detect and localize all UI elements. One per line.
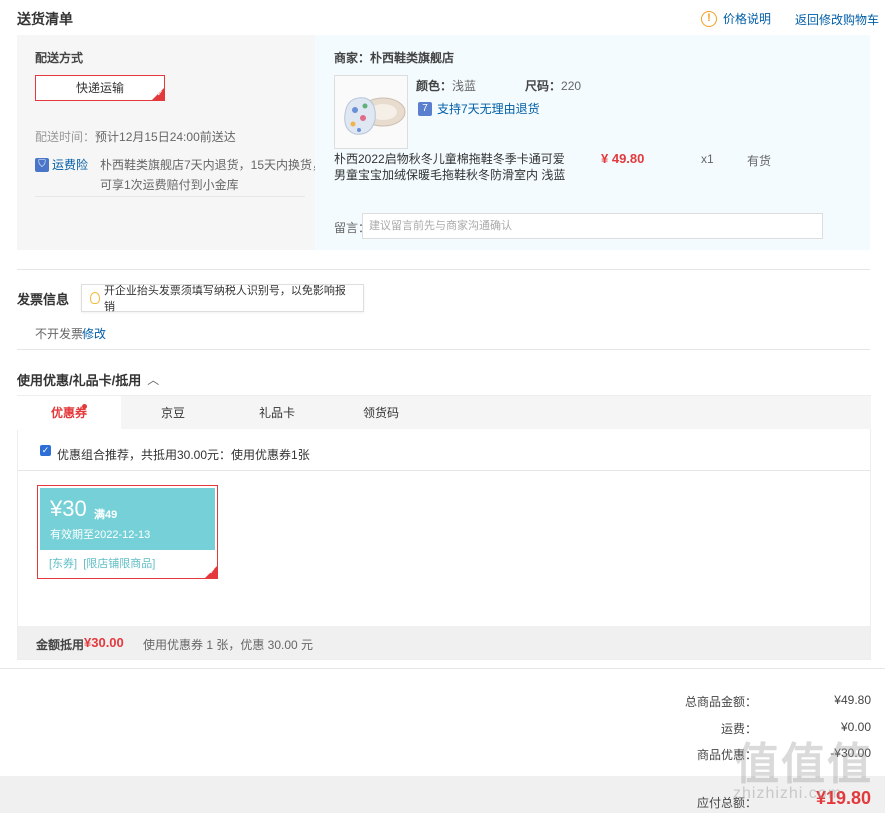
lightbulb-icon — [90, 292, 100, 304]
delivery-time-value: 预计12月15日24:00前送达 — [95, 130, 236, 144]
divider — [17, 349, 870, 350]
selected-check-icon — [205, 566, 217, 578]
discount-summary-text: 使用优惠券 1 张，优惠 30.00 元 — [143, 638, 314, 652]
notification-dot — [82, 404, 87, 409]
color-label: 颜色： — [416, 79, 453, 93]
delivery-time: 配送时间：预计12月15日24:00前送达 — [35, 128, 236, 145]
watermark-text: zhizhizhi.com — [733, 785, 843, 802]
coupon-condition: 满49 — [94, 509, 118, 521]
discount-summary-amount: ¥30.00 — [84, 635, 124, 650]
coupon-header: ¥30 满49 有效期至2022-12-13 — [40, 488, 215, 550]
tab-jingdou[interactable]: 京豆 — [121, 396, 225, 430]
tab-gift-card[interactable]: 礼品卡 — [225, 396, 329, 430]
product-name-line-1: 朴西2022启物秋冬儿童棉拖鞋冬季卡通可爱 — [334, 152, 565, 166]
recommend-checkbox[interactable]: ✓ — [40, 445, 51, 456]
product-color: 颜色：浅蓝 — [416, 77, 476, 94]
return-policy-text: 支持7天无理由退货 — [437, 102, 540, 116]
merchant-label: 商家： — [334, 51, 371, 65]
message-input[interactable]: 建议留言前先与商家沟通确认 — [362, 213, 823, 239]
size-label: 尺码： — [525, 79, 562, 93]
product-name-line-2: 男童宝宝加绒保暖毛拖鞋秋冬防滑室内 浅蓝 — [334, 168, 566, 182]
goods-total-value: ¥49.80 — [834, 693, 871, 707]
divider — [18, 470, 870, 471]
invoice-title: 发票信息 — [17, 292, 70, 307]
selected-check-icon — [152, 88, 164, 100]
merchant-name-value: 朴西鞋类旗舰店 — [370, 51, 455, 65]
invoice-modify-link[interactable]: 修改 — [82, 325, 106, 342]
recommend-text: 优惠组合推荐，共抵用30.00元：使用优惠券1张 — [57, 448, 310, 462]
price-info-link[interactable]: ! 价格说明 — [701, 10, 771, 27]
tab-jingdou-label: 京豆 — [160, 406, 185, 420]
invoice-tip-text: 开企业抬头发票须填写纳税人识别号，以免影响报销 — [103, 285, 346, 313]
size-value: 220 — [561, 79, 582, 93]
product-thumbnail[interactable] — [334, 75, 408, 149]
divider — [0, 668, 885, 669]
discount-title: 使用优惠/礼品卡/抵用 — [17, 373, 142, 388]
price-info-label: 价格说明 — [723, 12, 772, 26]
merchant-name: 商家：朴西鞋类旗舰店 — [334, 49, 454, 66]
shield-icon: ⛉ — [35, 157, 49, 172]
goods-total-label: 总商品金额： — [684, 695, 757, 709]
discount-summary-label: 金额抵用 — [36, 638, 85, 652]
tab-gift-card-label: 礼品卡 — [258, 406, 295, 420]
stock-status: 有货 — [747, 154, 772, 168]
return-policy: 7 支持7天无理由退货 — [418, 100, 540, 117]
product-name-link[interactable]: 朴西2022启物秋冬儿童棉拖鞋冬季卡通可爱 男童宝宝加绒保暖毛拖鞋秋冬防滑室内 … — [334, 151, 565, 183]
delivery-time-label: 配送时间： — [35, 130, 96, 144]
coupon-card[interactable]: ¥30 满49 有效期至2022-12-13 [东券] [限店铺限商品] — [37, 485, 218, 579]
color-value: 浅蓝 — [452, 79, 477, 93]
product-price: ¥ 49.80 — [601, 151, 645, 166]
tab-redeem-code-label: 领货码 — [362, 406, 399, 420]
tab-redeem-code[interactable]: 领货码 — [329, 396, 433, 430]
invoice-tip: 开企业抬头发票须填写纳税人识别号，以免影响报销 — [81, 284, 364, 313]
tab-coupon[interactable]: 优惠券 — [17, 396, 121, 430]
product-quantity: x1 — [701, 152, 714, 166]
back-to-cart-link[interactable]: 返回修改购物车 — [795, 11, 879, 28]
delivery-method-title: 配送方式 — [35, 51, 84, 65]
shipping-insurance-label: 运费险 — [52, 158, 89, 172]
slipper-image-icon — [335, 76, 407, 148]
express-shipping-button[interactable]: 快递运输 — [35, 75, 165, 101]
discount-toggle[interactable]: 使用优惠/礼品卡/抵用 ︿ — [17, 370, 159, 389]
coupon-amount: ¥30 — [50, 496, 87, 521]
warning-icon: ! — [701, 10, 717, 27]
divider — [35, 196, 305, 197]
chevron-up-icon: ︿ — [147, 373, 160, 387]
coupon-tags: [东券] [限店铺限商品] — [49, 558, 156, 570]
page-title: 送货清单 — [17, 11, 73, 27]
insurance-text-1: 朴西鞋类旗舰店7天内退货，15天内换货， — [100, 158, 325, 172]
discount-tabs: 优惠券 京豆 礼品卡 领货码 — [17, 395, 871, 430]
divider — [17, 269, 870, 270]
insurance-text-2: 可享1次运费赔付到小金库 — [100, 178, 239, 192]
seven-day-return-icon: 7 — [418, 101, 432, 116]
shipping-insurance[interactable]: ⛉ 运费险 — [35, 156, 88, 173]
coupon-validity: 有效期至2022-12-13 — [50, 529, 151, 541]
product-size: 尺码：220 — [525, 77, 581, 94]
watermark-logo: 值值值 — [735, 740, 873, 789]
express-shipping-label: 快递运输 — [75, 81, 124, 95]
invoice-status: 不开发票 — [35, 327, 84, 341]
